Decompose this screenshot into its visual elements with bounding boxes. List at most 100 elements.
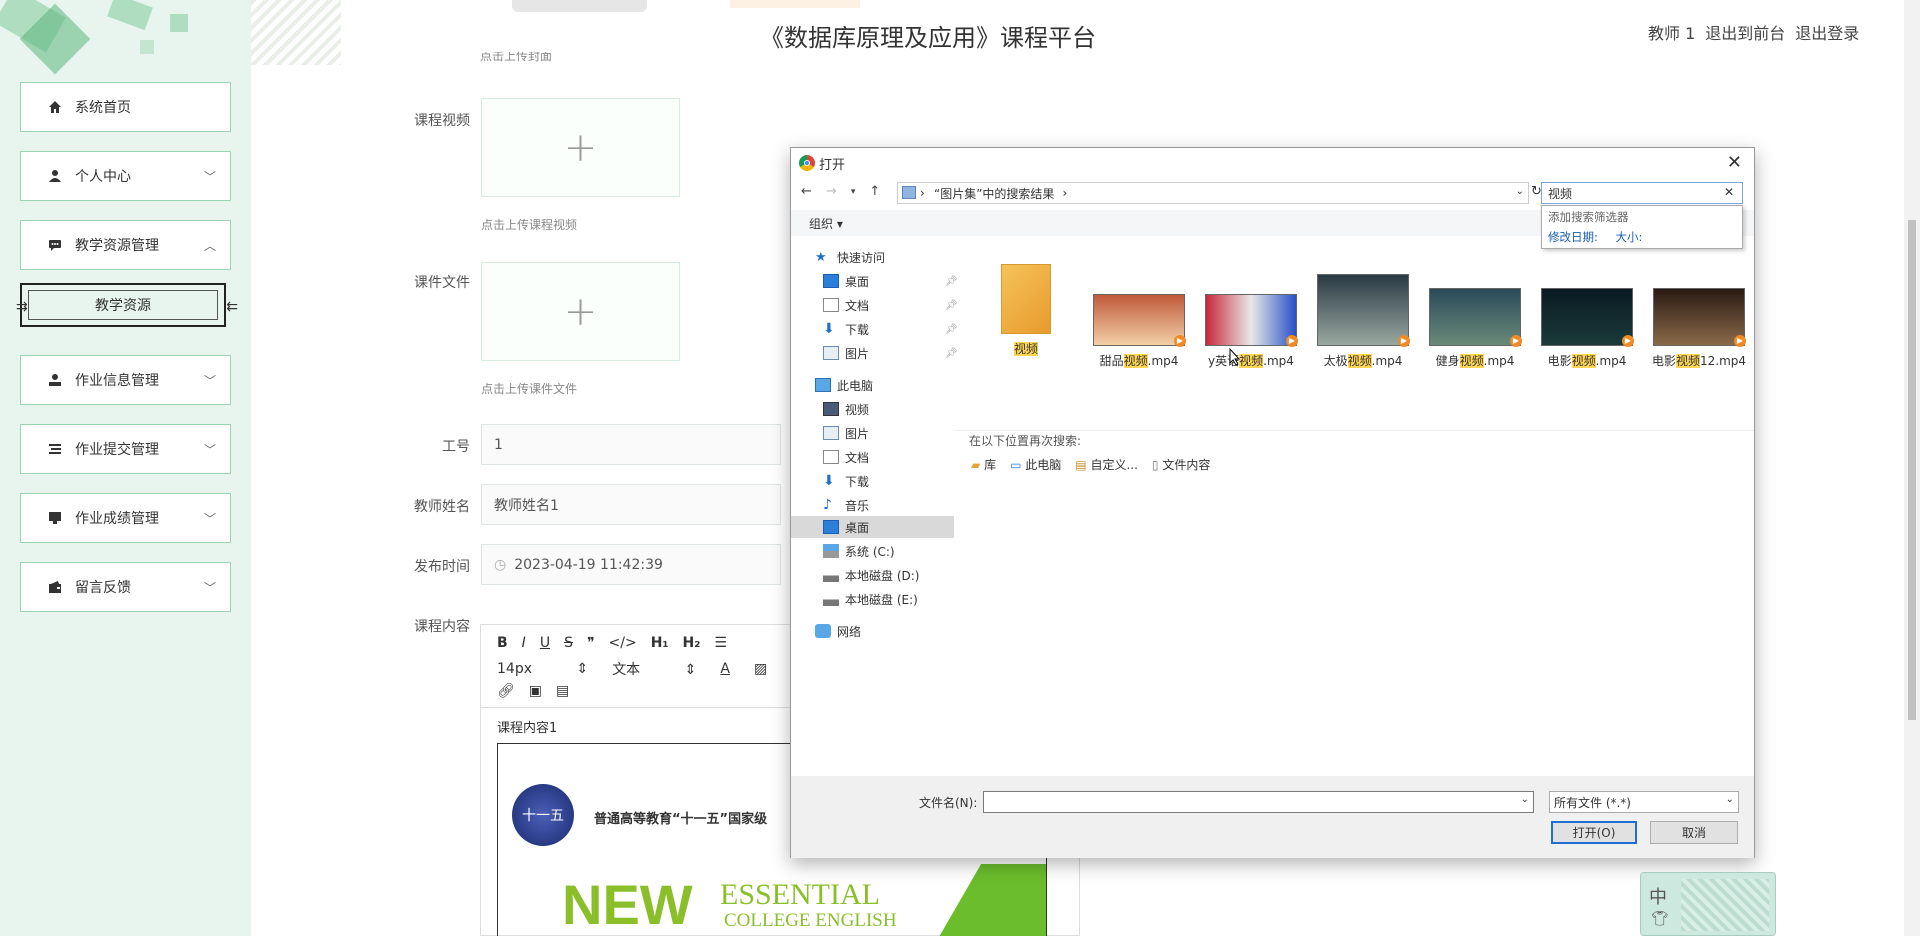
search-value: 视频 (1548, 186, 1573, 201)
search-location-file-contents[interactable]: ▯ 文件内容 (1152, 456, 1210, 473)
file-item-video[interactable]: ▶ y英语视频.mp4 (1196, 294, 1306, 369)
plus-icon: + (563, 288, 598, 335)
file-item-video[interactable]: ▶ 太极视频.mp4 (1308, 274, 1418, 369)
search-location-library[interactable]: ▰ 库 (971, 456, 996, 473)
underline-icon[interactable]: U (540, 635, 550, 651)
name-field[interactable]: 教师姓名1 (481, 484, 781, 525)
nav-documents-2[interactable]: 文档 (823, 446, 869, 468)
nav-pictures-2[interactable]: 图片 (823, 422, 869, 444)
breadcrumb-chevron-icon: › (1062, 186, 1068, 200)
results-divider (954, 430, 1754, 431)
file-item-folder[interactable]: 视频 (971, 264, 1081, 357)
link-icon[interactable]: 🔗︎ (497, 683, 515, 699)
filename-dropdown-icon[interactable]: ⌄ (1521, 794, 1529, 805)
sidebar-item-homework-submit[interactable]: 作业提交管理 ﹀ (20, 424, 231, 474)
sidebar-item-feedback[interactable]: 留言反馈 ﹀ (20, 562, 231, 612)
file-item-video[interactable]: ▶ 电影视频.mp4 (1532, 288, 1642, 369)
image-icon[interactable]: ▣ (529, 683, 542, 699)
ime-widget[interactable]: 中 👕︎ (1640, 872, 1776, 936)
chevron-down-icon: ﹀ (203, 374, 216, 388)
list-icon[interactable]: ☰ (714, 635, 727, 651)
filetype-select[interactable]: 所有文件 (*.*) ⌄ (1549, 791, 1739, 813)
sidebar-item-home[interactable]: 系统首页 (20, 82, 231, 132)
file-item-video[interactable]: ▶ 健身视频.mp4 (1420, 288, 1530, 369)
h2-icon[interactable]: H₂ (683, 635, 701, 651)
search-location-this-pc[interactable]: ▭ 此电脑 (1010, 456, 1061, 473)
id-field[interactable]: 1 (481, 424, 781, 465)
back-to-front-link[interactable]: 退出到前台 (1705, 20, 1785, 44)
nav-label: 本地磁盘 (D:) (845, 568, 920, 583)
quote-icon[interactable]: ❞ (587, 635, 595, 651)
sidebar-item-label: 个人中心 (75, 169, 131, 185)
pin-icon: 📌︎ (945, 275, 958, 287)
user-name: 教师 1 (1648, 24, 1696, 43)
desktop-icon (823, 274, 839, 288)
strike-icon[interactable]: S (564, 635, 573, 651)
nav-quick-access[interactable]: ★ 快速访问 (815, 246, 885, 268)
nav-this-pc[interactable]: 此电脑 (815, 374, 873, 396)
organize-button[interactable]: 组织 ▾ (809, 215, 843, 232)
nav-music[interactable]: ♪ 音乐 (823, 494, 869, 516)
nav-documents[interactable]: 文档 📌︎ (823, 294, 958, 316)
nav-drive-d[interactable]: 本地磁盘 (D:) (823, 564, 919, 586)
nav-network[interactable]: 网络 (815, 620, 861, 642)
nav-drive-e[interactable]: 本地磁盘 (E:) (823, 588, 918, 610)
nav-label: 下载 (845, 474, 870, 489)
file-item-video[interactable]: ▶ 甜品视频.mp4 (1084, 294, 1194, 369)
close-icon[interactable]: ✕ (1727, 152, 1742, 173)
page-scrollbar[interactable] (1904, 0, 1920, 936)
sidebar-item-homework-grades[interactable]: 作业成绩管理 ﹀ (20, 493, 231, 543)
select-arrow-icon: ⇕ (576, 661, 589, 677)
nav-drive-c[interactable]: 系统 (C:) (823, 540, 895, 562)
recent-dropdown-icon[interactable]: ▾ (851, 187, 856, 199)
file-item-video[interactable]: ▶ 电影视频12.mp4 (1644, 288, 1754, 369)
background-color-icon[interactable]: ▨ (754, 661, 767, 677)
time-field[interactable]: ◷ 2023-04-19 11:42:39 (481, 544, 781, 585)
bold-icon[interactable]: B (497, 635, 508, 651)
nav-desktop-2[interactable]: 桌面 (823, 516, 869, 538)
address-dropdown-icon[interactable]: ⌄ (1516, 186, 1524, 197)
up-arrow-icon[interactable]: ↑ (869, 184, 880, 199)
cancel-button[interactable]: 取消 (1650, 821, 1738, 844)
search-location-custom[interactable]: ▤ 自定义... (1075, 456, 1138, 473)
file-upload-box[interactable]: + (481, 262, 680, 361)
sidebar-item-teaching-resources[interactable]: 教学资源管理 ︿ (20, 220, 231, 270)
clear-search-icon[interactable]: ✕ (1724, 185, 1734, 199)
video-thumbnail-icon: ▶ (1429, 288, 1522, 347)
video-icon[interactable]: ▤ (556, 683, 569, 699)
block-type-select[interactable]: 文本 ⇕ (612, 659, 696, 679)
address-bar[interactable]: › “图片集”中的搜索结果 › ⌄ (897, 182, 1529, 204)
font-color-icon[interactable]: A (720, 661, 730, 677)
nav-downloads[interactable]: ⬇ 下载 📌︎ (823, 318, 958, 340)
mouse-cursor-icon (1229, 348, 1241, 366)
back-arrow-icon[interactable]: ← (801, 184, 812, 199)
h1-icon[interactable]: H₁ (651, 635, 669, 651)
sidebar-subitem-teaching-resource[interactable]: ⇉ ⇇ 教学资源 (16, 283, 238, 327)
nav-pictures[interactable]: 图片 📌︎ (823, 342, 958, 364)
play-icon: ▶ (1286, 335, 1298, 347)
sidebar-item-homework-info[interactable]: 作业信息管理 ﹀ (20, 355, 231, 405)
scrollbar-thumb[interactable] (1908, 220, 1916, 720)
file-name-hl: 视频 (1675, 354, 1700, 368)
open-button[interactable]: 打开(O) (1551, 821, 1637, 844)
logout-link[interactable]: 退出登录 (1795, 20, 1859, 44)
code-icon[interactable]: </> (609, 635, 637, 651)
filename-input[interactable]: ⌄ (983, 791, 1534, 813)
forward-arrow-icon[interactable]: → (826, 184, 837, 199)
dialog-search-input[interactable]: 视频 ✕ (1541, 182, 1743, 204)
id-label: 工号 (442, 439, 470, 455)
font-size-select[interactable]: 14px ⇕ (497, 661, 588, 677)
nav-downloads-2[interactable]: ⬇ 下载 (823, 470, 869, 492)
nav-desktop[interactable]: 桌面 📌︎ (823, 270, 958, 292)
desktop-icon (823, 520, 839, 534)
video-thumbnail-icon: ▶ (1317, 274, 1410, 347)
editor-toolbar-row2: 14px ⇕ 文本 ⇕ A ▨ (497, 659, 767, 679)
nav-videos[interactable]: 视频 (823, 398, 869, 420)
italic-icon[interactable]: I (522, 635, 526, 651)
filter-date-link[interactable]: 修改日期: (1548, 230, 1598, 244)
video-upload-box[interactable]: + (481, 98, 680, 197)
filter-size-link[interactable]: 大小: (1616, 230, 1643, 244)
plus-icon: + (563, 124, 598, 171)
header-decoration (251, 0, 341, 65)
sidebar-item-profile[interactable]: 个人中心 ﹀ (20, 151, 231, 201)
